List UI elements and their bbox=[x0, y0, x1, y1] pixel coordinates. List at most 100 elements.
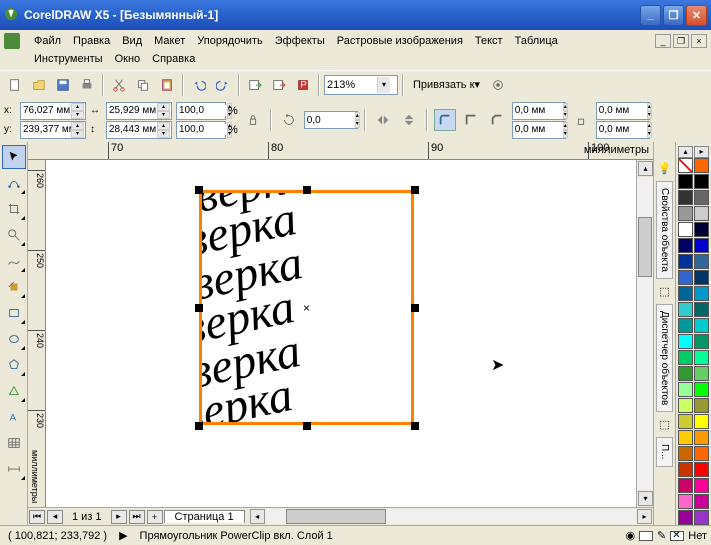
y-field[interactable]: ▴▾ bbox=[20, 121, 86, 139]
next-page-button[interactable]: ▸ bbox=[111, 510, 127, 524]
zoom-tool[interactable] bbox=[2, 223, 26, 247]
selection-handle[interactable] bbox=[411, 304, 419, 312]
selection-handle[interactable] bbox=[411, 186, 419, 194]
scale-y-field[interactable]: ▴▾ bbox=[176, 121, 226, 139]
color-swatch[interactable] bbox=[694, 494, 709, 509]
corner-tr-field[interactable]: ▴▾ bbox=[596, 102, 650, 120]
scroll-right-button[interactable]: ▸ bbox=[637, 509, 652, 524]
scroll-down-button[interactable]: ▾ bbox=[638, 491, 653, 506]
scroll-thumb[interactable] bbox=[286, 509, 386, 524]
color-swatch[interactable] bbox=[678, 478, 693, 493]
color-swatch[interactable] bbox=[694, 206, 709, 221]
add-page-button[interactable]: + bbox=[147, 510, 163, 524]
close-button[interactable]: ✕ bbox=[686, 5, 707, 26]
menu-file[interactable]: Файл bbox=[28, 33, 67, 49]
color-swatch[interactable] bbox=[694, 462, 709, 477]
export-button[interactable] bbox=[268, 74, 290, 96]
scroll-thumb[interactable] bbox=[638, 217, 652, 277]
open-button[interactable] bbox=[28, 74, 50, 96]
color-swatch[interactable] bbox=[678, 190, 693, 205]
outline-swatch[interactable] bbox=[670, 531, 684, 541]
color-swatch[interactable] bbox=[678, 398, 693, 413]
selection-handle[interactable] bbox=[195, 304, 203, 312]
selection-handle[interactable] bbox=[303, 422, 311, 430]
selection-handle[interactable] bbox=[195, 186, 203, 194]
corner-tl-field[interactable]: ▴▾ bbox=[512, 102, 566, 120]
shape-tool[interactable] bbox=[2, 171, 26, 195]
color-swatch[interactable] bbox=[694, 430, 709, 445]
scale-x-field[interactable]: ▴▾ bbox=[176, 102, 226, 120]
height-field[interactable]: ▴▾ bbox=[106, 121, 172, 139]
palette-menu-button[interactable]: ▸ bbox=[694, 146, 709, 158]
publish-button[interactable]: P bbox=[292, 74, 314, 96]
color-swatch[interactable] bbox=[694, 158, 709, 173]
docker-more[interactable]: П... bbox=[656, 437, 673, 467]
color-swatch[interactable] bbox=[694, 222, 709, 237]
color-swatch[interactable] bbox=[678, 318, 693, 333]
vertical-scrollbar[interactable]: ▴ ▾ bbox=[636, 160, 653, 507]
polygon-tool[interactable] bbox=[2, 353, 26, 377]
color-swatch[interactable] bbox=[694, 318, 709, 333]
color-swatch[interactable] bbox=[678, 430, 693, 445]
color-swatch[interactable] bbox=[678, 366, 693, 381]
text-tool[interactable]: A bbox=[2, 405, 26, 429]
corner-lock-button[interactable] bbox=[570, 109, 592, 131]
mdi-close-button[interactable]: × bbox=[691, 34, 707, 48]
scroll-up-button[interactable]: ▴ bbox=[638, 161, 653, 176]
color-swatch[interactable] bbox=[694, 510, 709, 525]
mdi-restore-button[interactable]: ❐ bbox=[673, 34, 689, 48]
color-swatch[interactable] bbox=[678, 206, 693, 221]
vertical-ruler[interactable]: 260 250 240 230 миллиметры bbox=[28, 160, 46, 507]
first-page-button[interactable]: ⏮ bbox=[29, 510, 45, 524]
rectangle-tool[interactable] bbox=[2, 301, 26, 325]
snap-dropdown[interactable]: Привязать к ▾ bbox=[408, 74, 485, 96]
selection-handle[interactable] bbox=[195, 422, 203, 430]
minimize-button[interactable]: _ bbox=[640, 5, 661, 26]
mirror-h-button[interactable] bbox=[372, 109, 394, 131]
color-swatch[interactable] bbox=[694, 382, 709, 397]
menu-help[interactable]: Справка bbox=[146, 51, 201, 67]
docker-icon[interactable]: ⬚ bbox=[659, 285, 669, 298]
import-button[interactable] bbox=[244, 74, 266, 96]
corner-shape-button[interactable] bbox=[434, 109, 456, 131]
color-swatch[interactable] bbox=[694, 446, 709, 461]
horizontal-ruler[interactable]: 70 80 90 100 миллиметры bbox=[28, 142, 653, 160]
color-swatch[interactable] bbox=[694, 238, 709, 253]
dropdown-icon[interactable]: ▾ bbox=[377, 77, 390, 93]
corner-shape3-button[interactable] bbox=[486, 109, 508, 131]
color-swatch[interactable] bbox=[678, 382, 693, 397]
scroll-left-button[interactable]: ◂ bbox=[250, 509, 265, 524]
color-swatch[interactable] bbox=[694, 302, 709, 317]
corner-shape2-button[interactable] bbox=[460, 109, 482, 131]
fill-swatch[interactable] bbox=[639, 531, 653, 541]
color-swatch[interactable] bbox=[678, 414, 693, 429]
color-swatch[interactable] bbox=[694, 174, 709, 189]
menu-layout[interactable]: Макет bbox=[148, 33, 191, 49]
rotation-field[interactable]: ▴▾ bbox=[304, 111, 358, 129]
mdi-minimize-button[interactable]: _ bbox=[655, 34, 671, 48]
selection-handle[interactable] bbox=[303, 186, 311, 194]
hint-icon[interactable]: 💡 bbox=[658, 162, 672, 175]
copy-button[interactable] bbox=[132, 74, 154, 96]
color-swatch[interactable] bbox=[678, 254, 693, 269]
undo-button[interactable] bbox=[188, 74, 210, 96]
options-button[interactable] bbox=[487, 74, 509, 96]
color-swatch[interactable] bbox=[678, 238, 693, 253]
corner-br-field[interactable]: ▴▾ bbox=[596, 121, 650, 139]
menu-arrange[interactable]: Упорядочить bbox=[191, 33, 268, 49]
prev-page-button[interactable]: ◂ bbox=[47, 510, 63, 524]
color-swatch[interactable] bbox=[678, 510, 693, 525]
color-swatch[interactable] bbox=[678, 158, 693, 173]
table-tool[interactable] bbox=[2, 431, 26, 455]
menu-bitmaps[interactable]: Растровые изображения bbox=[331, 33, 469, 49]
color-swatch[interactable] bbox=[694, 414, 709, 429]
docker-icon[interactable]: ⬚ bbox=[659, 418, 669, 431]
color-swatch[interactable] bbox=[678, 222, 693, 237]
color-swatch[interactable] bbox=[694, 190, 709, 205]
save-button[interactable] bbox=[52, 74, 74, 96]
menu-text[interactable]: Текст bbox=[469, 33, 509, 49]
color-swatch[interactable] bbox=[678, 270, 693, 285]
last-page-button[interactable]: ⏭ bbox=[129, 510, 145, 524]
color-swatch[interactable] bbox=[678, 446, 693, 461]
color-swatch[interactable] bbox=[694, 366, 709, 381]
